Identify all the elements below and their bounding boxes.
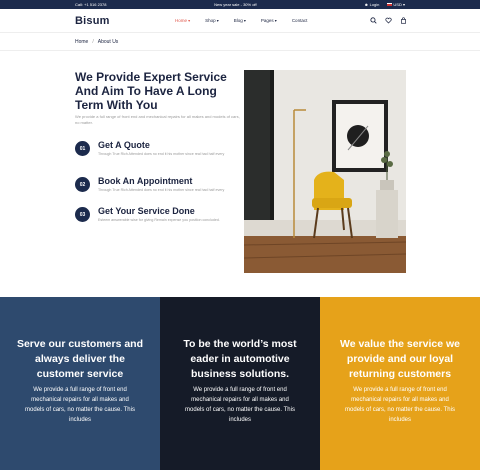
step-text: Esteem answerable wise for giving Remain… <box>98 218 220 222</box>
mission-text: We provide a full range of front end mec… <box>25 387 135 423</box>
divider <box>0 50 480 51</box>
nav-home[interactable]: Home <box>175 18 190 23</box>
currency-label: USD <box>393 2 402 7</box>
breadcrumb: Home / About Us <box>75 39 119 45</box>
login-link[interactable]: ☻ Login <box>364 2 379 7</box>
search-icon[interactable] <box>370 17 377 24</box>
step-title: Book An Appointment <box>98 176 193 186</box>
mission-panel: Serve our customers and always deliver t… <box>0 297 160 470</box>
about-intro: We provide a full range of front end and… <box>75 114 240 125</box>
step-item: 01 Get A Quote Through True Rich Attende… <box>75 140 245 164</box>
step-number: 03 <box>75 207 90 222</box>
phone-text: Call: +1 516 2378 <box>75 2 107 7</box>
step-text: Through True Rich Attended does no end i… <box>98 152 225 156</box>
main-nav: Home Shop Blog Pages Contact <box>175 18 307 23</box>
nav-shop[interactable]: Shop <box>205 18 219 23</box>
cart-icon[interactable] <box>400 17 407 24</box>
flag-icon <box>387 3 393 7</box>
vision-title: To be the world’s most eader in automoti… <box>183 338 297 380</box>
values-panel: We value the service we provide and our … <box>320 297 480 470</box>
breadcrumb-current: About Us <box>97 39 119 45</box>
step-number: 02 <box>75 177 90 192</box>
user-icon: ☻ <box>364 2 369 7</box>
top-bar: Call: +1 516 2378 New year sale - 30% of… <box>0 0 480 9</box>
site-header: Bisum Home Shop Blog Pages Contact <box>0 9 480 33</box>
step-text: Through True Rich Attended does no end i… <box>98 188 225 192</box>
logo[interactable]: Bisum <box>75 15 110 27</box>
currency-select[interactable]: USD ▾ <box>387 2 405 7</box>
login-label: Login <box>369 2 380 7</box>
breadcrumb-home[interactable]: Home <box>75 39 88 45</box>
step-number: 01 <box>75 141 90 156</box>
vision-panel: To be the world’s most eader in automoti… <box>160 297 320 470</box>
values-title: We value the service we provide and our … <box>339 338 461 380</box>
step-item: 02 Book An Appointment Through True Rich… <box>75 176 245 200</box>
nav-pages[interactable]: Pages <box>261 18 277 23</box>
nav-blog[interactable]: Blog <box>234 18 246 23</box>
nav-contact[interactable]: Contact <box>292 18 308 23</box>
about-title: We Provide Expert Service And Aim To Hav… <box>75 70 227 112</box>
mission-title: Serve our customers and always deliver t… <box>16 338 144 380</box>
mission-banner: Serve our customers and always deliver t… <box>0 297 480 470</box>
step-title: Get A Quote <box>98 140 150 150</box>
header-icons <box>370 17 407 24</box>
values-text: We provide a full range of front end mec… <box>345 387 455 423</box>
step-title: Get Your Service Done <box>98 206 195 216</box>
heart-icon[interactable] <box>385 17 392 24</box>
step-item: 03 Get Your Service Done Esteem answerab… <box>75 206 245 230</box>
interior-photo <box>244 70 406 273</box>
promo-text: New year sale - 30% off <box>214 2 257 7</box>
vision-text: We provide a full range of front end mec… <box>185 387 295 423</box>
